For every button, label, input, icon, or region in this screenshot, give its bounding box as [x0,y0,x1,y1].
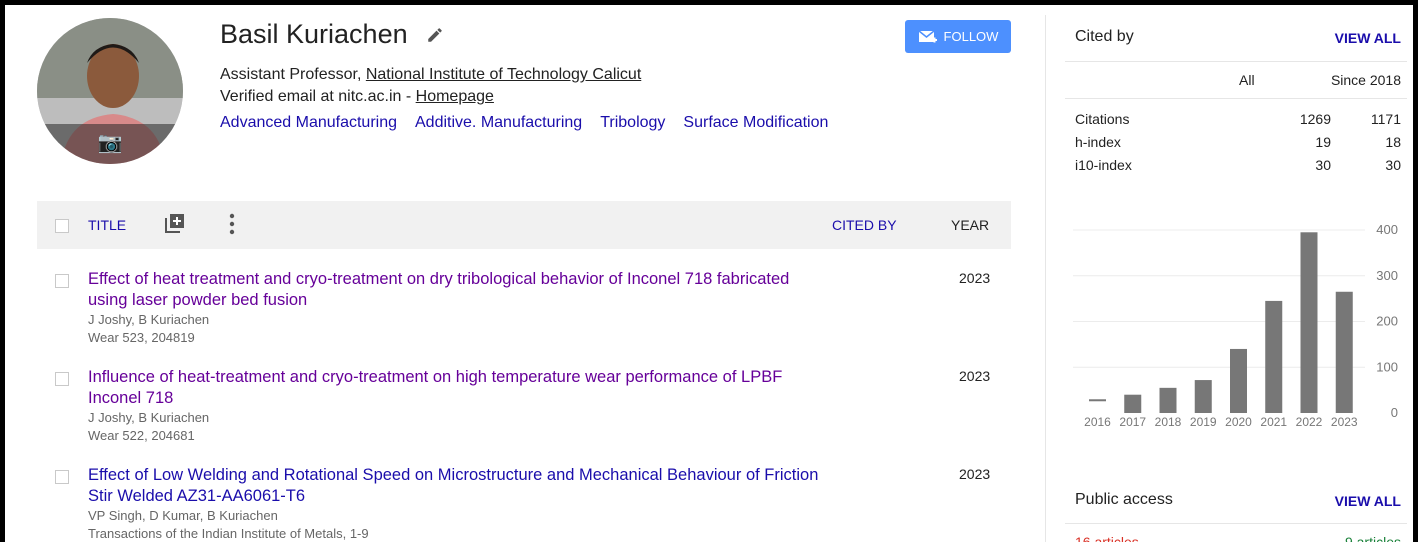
stat-row-citations: Citations 1269 1171 [1075,111,1401,134]
article-title[interactable]: Effect of heat treatment and cryo-treatm… [88,269,828,311]
article-year: 2023 [959,270,991,286]
citations-per-year-chart: 0 100 200 300 400 2016 2017 2018 2019 2020 2021 202… [1073,222,1398,429]
divider [1065,61,1407,62]
article-year: 2023 [959,466,991,482]
available-count[interactable]: 9 articles [1345,534,1401,542]
profile-photo[interactable]: 📷 [37,18,183,164]
sidebar-divider [1045,15,1046,542]
article-year: 2023 [959,368,991,384]
follow-button[interactable]: FOLLOW [905,20,1011,53]
follow-label: FOLLOW [943,29,999,44]
mail-plus-icon [918,29,937,42]
institution-link[interactable]: National Institute of Technology Calicut [366,66,641,83]
chart-bar[interactable] [1124,394,1142,413]
row-checkbox[interactable] [55,274,69,288]
article-authors: J Joshy, B Kuriachen [88,410,210,425]
chart-y-tick-label: 0 [1391,405,1398,420]
stat-since: 30 [1385,157,1401,173]
divider [1065,98,1407,99]
chart-bar[interactable] [1300,232,1318,413]
stat-label: i10-index [1075,157,1132,173]
article-authors: J Joshy, B Kuriachen [88,312,210,327]
public-access-view-all-link[interactable]: VIEW ALL [1335,493,1401,509]
chart-x-tick-label: 2018 [1155,415,1182,429]
chart-x-tick-label: 2016 [1084,415,1111,429]
chart-y-tick-label: 300 [1376,268,1398,283]
scholar-profile-page: 📷 Basil Kuriachen FOLLOW Assistant Profe… [5,5,1413,542]
chart-x-tick-label: 2021 [1260,415,1287,429]
profile-name: Basil Kuriachen [220,19,408,49]
camera-icon[interactable]: 📷 [37,124,183,164]
article-title[interactable]: Influence of heat-treatment and cryo-tre… [88,367,828,409]
affiliation-line: Assistant Professor, National Institute … [220,64,641,86]
interest-link[interactable]: Surface Modification [683,114,828,132]
articles-table-header: TITLE CITED BY YEAR [37,201,1011,249]
chart-x-tick-label: 2022 [1296,415,1323,429]
cited-by-heading: Cited by [1075,28,1134,45]
article-venue: Wear 522, 204681 [88,428,195,443]
row-checkbox[interactable] [55,372,69,386]
email-line: Verified email at nitc.ac.in - Homepage [220,86,641,108]
stat-all: 1269 [1299,111,1331,127]
stat-since: 18 [1385,134,1401,150]
chart-bar[interactable] [1089,399,1106,402]
article-title[interactable]: Effect of Low Welding and Rotational Spe… [88,465,828,507]
research-interests: Advanced Manufacturing Additive. Manufac… [220,114,828,132]
interest-link[interactable]: Additive. Manufacturing [415,114,582,132]
stat-since: 1171 [1370,111,1401,127]
sort-by-cited[interactable]: CITED BY [832,217,897,233]
chart-y-tick-label: 400 [1376,222,1398,237]
interest-link[interactable]: Tribology [600,114,665,132]
select-all-checkbox[interactable] [55,219,69,233]
stats-col-all: All [1239,72,1255,88]
verified-email-text: Verified email at nitc.ac.in - [220,88,416,105]
chart-x-tick-label: 2020 [1225,415,1252,429]
chart-bar[interactable] [1230,348,1247,413]
chart-bar[interactable] [1265,300,1283,413]
stats-col-since: Since 2018 [1330,72,1401,88]
article-venue: Wear 523, 204819 [88,330,195,345]
divider [1065,523,1407,524]
article-authors: VP Singh, D Kumar, B Kuriachen [88,508,278,523]
chart-x-tick-label: 2023 [1331,415,1358,429]
not-available-count[interactable]: 16 articles [1075,534,1139,542]
stat-row-i10-index: i10-index 30 30 [1075,157,1401,180]
affiliation-block: Assistant Professor, National Institute … [220,64,641,108]
cited-by-view-all-link[interactable]: VIEW ALL [1335,30,1401,46]
sort-by-title[interactable]: TITLE [88,217,126,233]
profile-name-row: Basil Kuriachen [220,19,444,50]
chart-x-tick-label: 2019 [1190,415,1217,429]
chart-bar[interactable] [1159,387,1177,413]
stat-label: Citations [1075,111,1130,127]
pencil-icon[interactable] [426,26,444,44]
chart-bar[interactable] [1335,291,1353,413]
position-text: Assistant Professor, [220,66,366,83]
chart-bar[interactable] [1194,380,1212,413]
interest-link[interactable]: Advanced Manufacturing [220,114,397,132]
chart-y-tick-label: 100 [1376,359,1398,374]
more-options-icon[interactable] [229,213,235,235]
stat-label: h-index [1075,134,1121,150]
add-article-icon[interactable] [165,213,185,233]
article-venue: Transactions of the Indian Institute of … [88,526,369,541]
stat-all: 30 [1315,157,1331,173]
chart-y-tick-label: 200 [1376,314,1398,329]
stat-all: 19 [1315,134,1331,150]
stat-row-h-index: h-index 19 18 [1075,134,1401,157]
chart-x-tick-label: 2017 [1119,415,1146,429]
row-checkbox[interactable] [55,470,69,484]
homepage-link[interactable]: Homepage [416,88,494,105]
public-access-heading: Public access [1075,491,1173,508]
sort-by-year[interactable]: YEAR [951,217,989,233]
